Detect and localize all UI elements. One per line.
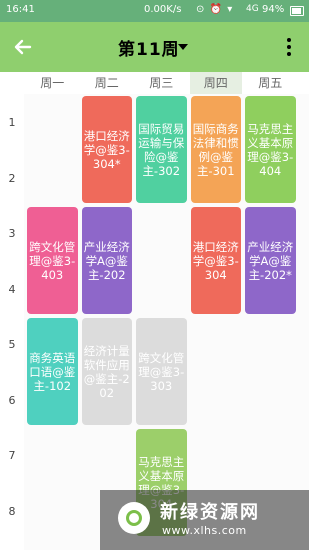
status-time: 16:41	[6, 4, 35, 15]
course-card[interactable]: 经济计量软件应用@鉴主-202	[81, 318, 132, 425]
course-name: 港口经济学@鉴3-304*	[83, 128, 130, 171]
course-name: 跨文化管理@鉴3-303	[138, 350, 185, 393]
course-name: 国际贸易运输与保险@鉴主-302	[138, 121, 185, 178]
course-name: 经济计量软件应用@鉴主-202	[83, 343, 130, 400]
battery-icon	[290, 6, 304, 16]
toolbar: 第11周	[0, 22, 309, 72]
status-network-speed: 0.00K/s	[144, 4, 182, 15]
period-label: 3	[8, 227, 16, 240]
day-header-3: 周三	[149, 76, 174, 90]
watermark-logo	[118, 502, 150, 534]
period-column: 1 2 3 4 5 6 7 8	[0, 94, 24, 550]
status-bar: 16:41 0.00K/s ⊙ ⏰ ▾ 4G 94%	[0, 0, 309, 22]
period-label: 4	[8, 282, 16, 296]
course-name: 商务英语口语@鉴主-102	[29, 350, 76, 393]
course-name: 国际商务法律和惯例@鉴主-301	[192, 121, 239, 178]
course-name: 跨文化管理@鉴3-403	[29, 239, 76, 282]
caret-down-icon[interactable]	[178, 44, 188, 50]
course-card[interactable]: 产业经济学A@鉴主-202	[81, 207, 132, 314]
course-card[interactable]: 跨文化管理@鉴3-403	[27, 207, 78, 314]
period-label: 8	[8, 504, 16, 518]
watermark: 新绿资源网 www.xlhs.com	[100, 490, 309, 550]
period-label: 1	[8, 116, 16, 129]
course-name: 马克思主义基本原理@鉴3-404	[247, 121, 294, 178]
more-vert-icon[interactable]	[284, 36, 294, 58]
back-button[interactable]	[10, 34, 36, 60]
course-card[interactable]: 国际贸易运输与保险@鉴主-302	[136, 96, 187, 203]
course-card[interactable]: 马克思主义基本原理@鉴3-404	[245, 96, 296, 203]
day-header-1: 周一	[40, 76, 65, 90]
course-card[interactable]: 国际商务法律和惯例@鉴主-301	[190, 96, 241, 203]
course-card[interactable]: 跨文化管理@鉴3-303	[136, 318, 187, 425]
course-name: 港口经济学@鉴3-304	[192, 239, 239, 282]
watermark-url: www.xlhs.com	[162, 524, 247, 537]
period-label: 2	[8, 171, 16, 185]
day-header-4: 周四	[189, 72, 242, 94]
day-header-2: 周二	[94, 76, 119, 90]
status-network-type: 4G	[246, 4, 259, 14]
week-title[interactable]: 第11周	[118, 35, 180, 60]
status-icons: ⊙ ⏰ ▾	[196, 4, 234, 15]
course-card[interactable]: 产业经济学A@鉴主-202*	[245, 207, 296, 314]
course-card[interactable]: 商务英语口语@鉴主-102	[27, 318, 78, 425]
status-battery-percent: 94%	[262, 4, 285, 15]
course-name: 产业经济学A@鉴主-202*	[247, 239, 294, 282]
period-label: 6	[8, 393, 16, 407]
course-card[interactable]: 港口经济学@鉴3-304	[190, 207, 241, 314]
period-label: 5	[8, 338, 16, 351]
timetable-grid: 港口经济学@鉴3-304* 国际贸易运输与保险@鉴主-302 国际商务法律和惯例@鉴…	[24, 94, 309, 550]
course-name: 产业经济学A@鉴主-202	[83, 239, 130, 282]
day-header-5: 周五	[258, 76, 283, 90]
period-label: 7	[8, 449, 16, 462]
watermark-title: 新绿资源网	[160, 502, 260, 523]
arrow-left-icon	[14, 39, 32, 55]
course-card[interactable]: 港口经济学@鉴3-304*	[81, 96, 132, 203]
day-header: 周一 周二 周三 周四 周五	[0, 72, 309, 94]
